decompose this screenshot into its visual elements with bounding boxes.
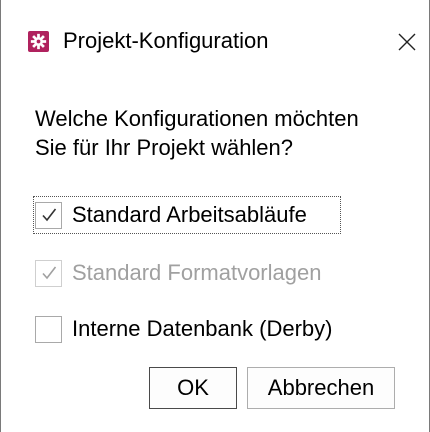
- checkmark-icon: [41, 208, 56, 222]
- question-line-1: Welche Konfigurationen möchten: [35, 106, 359, 131]
- checkbox-box[interactable]: [35, 315, 62, 343]
- ok-button[interactable]: OK: [149, 367, 237, 409]
- close-button[interactable]: [385, 22, 429, 62]
- gear-icon: [28, 31, 49, 52]
- checkbox-label: Standard Formatvorlagen: [72, 260, 322, 285]
- checkbox-standard-workflows[interactable]: Standard Arbeitsabläufe: [35, 198, 307, 232]
- checkbox-standard-templates: Standard Formatvorlagen: [35, 256, 321, 290]
- title-bar[interactable]: Projekt-Konfiguration: [1, 0, 429, 82]
- checkbox-label: Standard Arbeitsabläufe: [72, 202, 307, 227]
- checkmark-icon: [41, 266, 56, 280]
- close-icon: [398, 33, 416, 51]
- checkbox-label: Interne Datenbank (Derby): [72, 316, 333, 341]
- checkbox-box[interactable]: [35, 201, 62, 229]
- configuration-dialog: Projekt-Konfiguration Welche Konfigurati…: [0, 0, 430, 432]
- window-title: Projekt-Konfiguration: [63, 28, 269, 53]
- checkbox-internal-database[interactable]: Interne Datenbank (Derby): [35, 312, 332, 346]
- question-text: Welche Konfigurationen möchten Sie für I…: [35, 104, 415, 162]
- question-line-2: Sie für Ihr Projekt wählen?: [35, 135, 294, 160]
- checkbox-box: [35, 259, 62, 287]
- cancel-button[interactable]: Abbrechen: [247, 367, 395, 409]
